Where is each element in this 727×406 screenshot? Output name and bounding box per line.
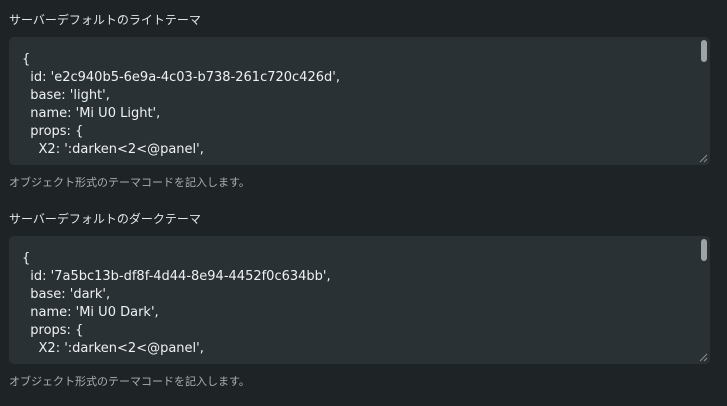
dark-theme-scrollbar[interactable] (696, 236, 710, 364)
light-theme-code-editor[interactable]: { id: 'e2c940b5-6e9a-4c03-b738-261c720c4… (9, 37, 710, 165)
light-theme-label: サーバーデフォルトのライトテーマ (9, 13, 201, 27)
light-theme-scrollbar-thumb[interactable] (701, 40, 707, 62)
light-theme-code[interactable]: { id: 'e2c940b5-6e9a-4c03-b738-261c720c4… (22, 51, 340, 159)
dark-theme-code-editor[interactable]: { id: '7a5bc13b-df8f-4d44-8e94-4452f0c63… (9, 236, 710, 364)
dark-theme-code[interactable]: { id: '7a5bc13b-df8f-4d44-8e94-4452f0c63… (22, 250, 331, 358)
dark-theme-section: サーバーデフォルトのダークテーマ { id: '7a5bc13b-df8f-4d… (0, 200, 727, 406)
dark-theme-label: サーバーデフォルトのダークテーマ (9, 212, 201, 226)
light-theme-section: サーバーデフォルトのライトテーマ { id: 'e2c940b5-6e9a-4c… (0, 0, 727, 200)
dark-theme-scrollbar-thumb[interactable] (701, 239, 707, 261)
resize-grip-icon[interactable] (698, 352, 708, 362)
light-theme-scrollbar[interactable] (696, 37, 710, 165)
light-theme-help-text: オブジェクト形式のテーマコードを記入します。 (9, 176, 250, 189)
dark-theme-help-text: オブジェクト形式のテーマコードを記入します。 (9, 375, 250, 388)
resize-grip-icon[interactable] (698, 153, 708, 163)
